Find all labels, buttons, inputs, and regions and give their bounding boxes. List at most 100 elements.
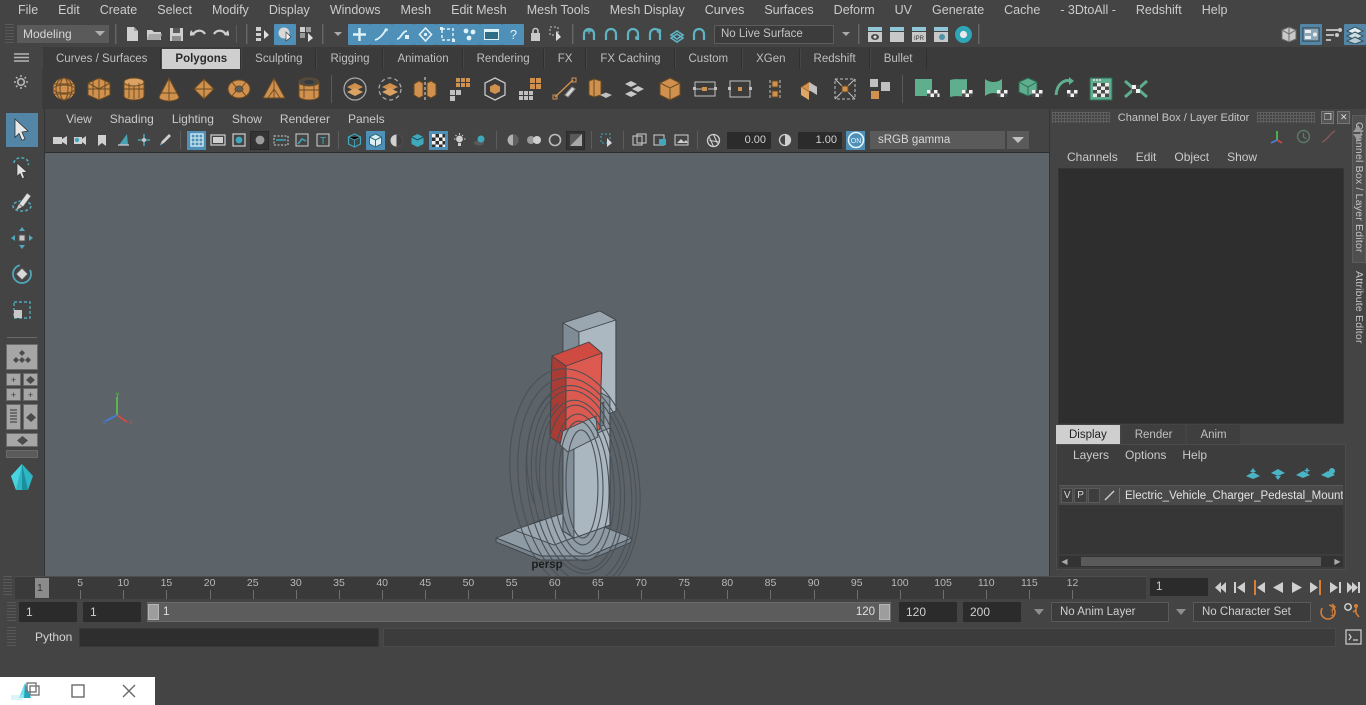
scroll-thumb[interactable] bbox=[1081, 557, 1321, 566]
object-menu[interactable]: Object bbox=[1165, 149, 1218, 165]
select-by-object-type-button[interactable] bbox=[274, 23, 296, 45]
auto-keyframe-toggle-icon[interactable]: 1 bbox=[1316, 603, 1340, 621]
viewport-snapshot-icon[interactable] bbox=[630, 131, 649, 150]
menu-create[interactable]: Create bbox=[90, 0, 148, 21]
bevel-icon[interactable] bbox=[617, 72, 652, 107]
step-back-key-button[interactable] bbox=[1231, 578, 1248, 597]
extrude-icon[interactable] bbox=[582, 72, 617, 107]
viewport-menu-show[interactable]: Show bbox=[223, 111, 271, 127]
xray-active-components-icon[interactable]: T bbox=[313, 131, 332, 150]
menu-select[interactable]: Select bbox=[147, 0, 202, 21]
snap-magnet-off-icon[interactable] bbox=[688, 24, 710, 45]
mirror-geometry-icon[interactable] bbox=[407, 72, 442, 107]
ipr-render-button[interactable]: IPR bbox=[908, 24, 930, 45]
range-end-handle[interactable] bbox=[879, 604, 890, 620]
menu-modify[interactable]: Modify bbox=[202, 0, 259, 21]
play-forwards-button[interactable] bbox=[1288, 578, 1305, 597]
clock-icon[interactable] bbox=[1296, 129, 1311, 144]
step-forward-frame-button[interactable] bbox=[1307, 578, 1324, 597]
go-to-start-button[interactable] bbox=[1212, 578, 1229, 597]
menu-uv[interactable]: UV bbox=[885, 0, 922, 21]
shelf-options-gear-icon[interactable] bbox=[13, 74, 29, 93]
smooth-shading-icon[interactable] bbox=[366, 130, 385, 150]
menu-mesh-display[interactable]: Mesh Display bbox=[600, 0, 695, 21]
play-backwards-button[interactable] bbox=[1269, 578, 1286, 597]
layer-list-horizontal-scrollbar[interactable]: ◀ ▶ bbox=[1059, 556, 1343, 567]
channels-menu[interactable]: Channels bbox=[1058, 149, 1127, 165]
menu-curves[interactable]: Curves bbox=[695, 0, 755, 21]
gate-mask-icon[interactable] bbox=[250, 130, 269, 150]
shelf-tab-xgen[interactable]: XGen bbox=[742, 49, 800, 69]
menu-set-selector[interactable]: Modeling bbox=[17, 25, 109, 43]
taskbar-close-button[interactable] bbox=[103, 677, 155, 705]
channel-edit-menu[interactable]: Edit bbox=[1127, 149, 1166, 165]
film-gate-icon[interactable] bbox=[208, 131, 227, 150]
character-set-dropdown-arrow[interactable] bbox=[1176, 609, 1186, 615]
viewport-3d-canvas[interactable]: y z x persp bbox=[45, 153, 1049, 576]
layer-options-menu[interactable]: Options bbox=[1117, 447, 1174, 463]
wireframe-shading-icon[interactable] bbox=[345, 131, 364, 150]
toggle-modeling-toolkit-button[interactable] bbox=[1278, 24, 1300, 45]
move-tool-button[interactable] bbox=[6, 221, 38, 255]
xray-icon[interactable] bbox=[271, 131, 290, 150]
bookmark-icon[interactable] bbox=[92, 131, 111, 150]
shadows-icon[interactable] bbox=[471, 131, 490, 150]
tab-display-layers[interactable]: Display bbox=[1056, 425, 1120, 444]
texture-checker-icon[interactable] bbox=[429, 130, 448, 150]
rotate-tool-button[interactable] bbox=[6, 257, 38, 291]
command-input-field[interactable] bbox=[79, 627, 379, 647]
shelf-tab-rendering[interactable]: Rendering bbox=[462, 49, 544, 69]
poly-pyramid-icon[interactable] bbox=[256, 72, 291, 107]
make-live-button[interactable] bbox=[458, 23, 480, 45]
save-scene-button[interactable] bbox=[165, 24, 187, 45]
menu-display[interactable]: Display bbox=[259, 0, 320, 21]
render-current-frame-button[interactable] bbox=[864, 24, 886, 45]
exposure-field[interactable]: 0.00 bbox=[727, 131, 771, 149]
shelf-tab-rigging[interactable]: Rigging bbox=[316, 49, 384, 69]
lasso-select-tool-button[interactable] bbox=[6, 149, 38, 183]
undo-button[interactable] bbox=[187, 24, 209, 45]
scale-constraint-icon[interactable] bbox=[827, 72, 862, 107]
grab-viewport-icon[interactable] bbox=[651, 131, 670, 150]
current-frame-field[interactable]: 1 bbox=[1150, 578, 1208, 596]
quadrant-layout-icon[interactable] bbox=[862, 72, 897, 107]
vtab-attribute-editor[interactable]: Attribute Editor bbox=[1353, 271, 1365, 347]
uv-unfold-icon[interactable] bbox=[1048, 72, 1083, 107]
color-space-dropdown-arrow[interactable] bbox=[1007, 131, 1029, 149]
snap-to-curve-button[interactable] bbox=[370, 23, 392, 45]
render-sequence-button[interactable] bbox=[886, 24, 908, 45]
layer-visibility-toggle[interactable]: V bbox=[1061, 488, 1074, 503]
hypershade-button[interactable] bbox=[952, 24, 974, 45]
screen-space-ao-icon[interactable] bbox=[503, 131, 522, 150]
step-forward-key-button[interactable] bbox=[1326, 578, 1343, 597]
xray-joints-icon[interactable] bbox=[292, 131, 311, 150]
step-back-frame-button[interactable] bbox=[1250, 578, 1267, 597]
snap-magnet-curve-icon[interactable] bbox=[600, 24, 622, 45]
new-scene-button[interactable] bbox=[121, 24, 143, 45]
layout-two-pane-button[interactable]: + bbox=[6, 388, 21, 401]
panel-drag-grip-2[interactable] bbox=[1257, 112, 1316, 123]
camera-attributes-icon[interactable] bbox=[71, 131, 90, 150]
range-slider[interactable]: 1 120 bbox=[147, 602, 891, 622]
anim-layer-dropdown-arrow[interactable] bbox=[1034, 609, 1044, 615]
shelf-scroll-arrows[interactable] bbox=[1352, 125, 1364, 141]
layout-outliner-button[interactable] bbox=[6, 404, 21, 430]
snap-magnet-point-icon[interactable] bbox=[622, 24, 644, 45]
move-layer-up-icon[interactable] bbox=[1245, 467, 1262, 481]
duplicate-special-icon[interactable] bbox=[792, 72, 827, 107]
select-tool-modes-button[interactable] bbox=[546, 24, 568, 45]
shelf-menu-icon[interactable] bbox=[13, 52, 30, 66]
uv-planar-map-icon[interactable] bbox=[908, 72, 943, 107]
shaded-wireframe-icon[interactable] bbox=[387, 131, 406, 150]
snap-magnet-grid-icon[interactable] bbox=[578, 24, 600, 45]
menu-redshift[interactable]: Redshift bbox=[1126, 0, 1192, 21]
isolate-select-icon[interactable] bbox=[598, 131, 617, 150]
color-space-selector[interactable]: sRGB gamma bbox=[870, 131, 1005, 149]
command-language-label[interactable]: Python bbox=[19, 630, 79, 644]
toggle-attribute-editor-button[interactable] bbox=[1300, 23, 1322, 45]
playback-start-time-field[interactable]: 1 bbox=[83, 602, 141, 622]
scale-tool-button[interactable] bbox=[6, 293, 38, 327]
timeline-grip[interactable] bbox=[3, 576, 12, 596]
layer-color-swatch[interactable] bbox=[1101, 488, 1118, 503]
snap-to-view-planes-button[interactable] bbox=[436, 23, 458, 45]
